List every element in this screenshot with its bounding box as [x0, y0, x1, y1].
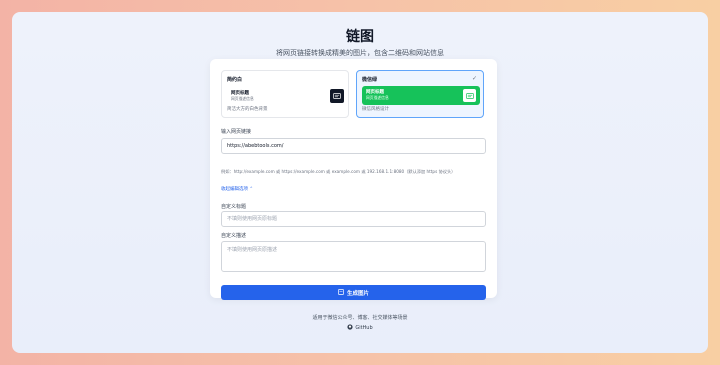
- generate-image-button[interactable]: 生成图片: [221, 285, 486, 300]
- app-container: 链图 将网页链接转换成精美的图片，包含二维码和网站信息 简约白 网页标题 网页描…: [12, 12, 708, 353]
- style-preview: 网页标题 网页描述信息: [227, 88, 345, 106]
- collapse-options-toggle[interactable]: 收起编辑选项 ⌃: [221, 186, 253, 192]
- style-option-title: 微信绿: [362, 77, 378, 83]
- github-label: GitHub: [355, 325, 373, 331]
- main-card: 简约白 网页标题 网页描述信息 简洁大方的白色背景 微信绿 ✓ 网页标题 网页描…: [210, 59, 497, 300]
- check-icon: ✓: [471, 75, 477, 82]
- footer-github: GitHub: [12, 324, 708, 332]
- style-option-desc: 微信风格设计: [362, 107, 389, 112]
- custom-desc-label: 自定义描述: [221, 233, 247, 239]
- url-hint: 例如：http://example.com 或 https://example.…: [221, 169, 456, 174]
- url-label: 输入网页链接: [221, 129, 252, 135]
- style-option-simple-white[interactable]: 简约白 网页标题 网页描述信息 简洁大方的白色背景: [221, 70, 349, 118]
- page-title: 链图: [346, 29, 374, 45]
- page-subtitle: 将网页链接转换成精美的图片，包含二维码和网站信息: [276, 49, 444, 57]
- style-option-wechat-green[interactable]: 微信绿 ✓ 网页标题 网页描述信息 微信风格设计: [356, 70, 484, 118]
- preview-desc: 网页描述信息: [366, 95, 389, 100]
- generate-button-label: 生成图片: [346, 290, 369, 297]
- style-preview: 网页标题 网页描述信息: [362, 86, 480, 105]
- github-icon: [347, 324, 353, 332]
- footer-text: 适用于微信公众号、博客、社交媒体等场景: [312, 315, 408, 321]
- custom-desc-textarea[interactable]: [221, 241, 486, 272]
- style-option-title: 简约白: [227, 77, 243, 83]
- url-input[interactable]: [221, 138, 486, 154]
- qr-card-icon: [330, 89, 344, 103]
- custom-title-input[interactable]: [221, 211, 486, 227]
- qr-card-icon: [463, 89, 476, 102]
- style-option-desc: 简洁大方的白色背景: [227, 107, 268, 112]
- github-link[interactable]: GitHub: [347, 324, 373, 332]
- custom-title-label: 自定义标题: [221, 204, 247, 210]
- preview-desc: 网页描述信息: [231, 96, 254, 101]
- image-icon: [338, 288, 344, 297]
